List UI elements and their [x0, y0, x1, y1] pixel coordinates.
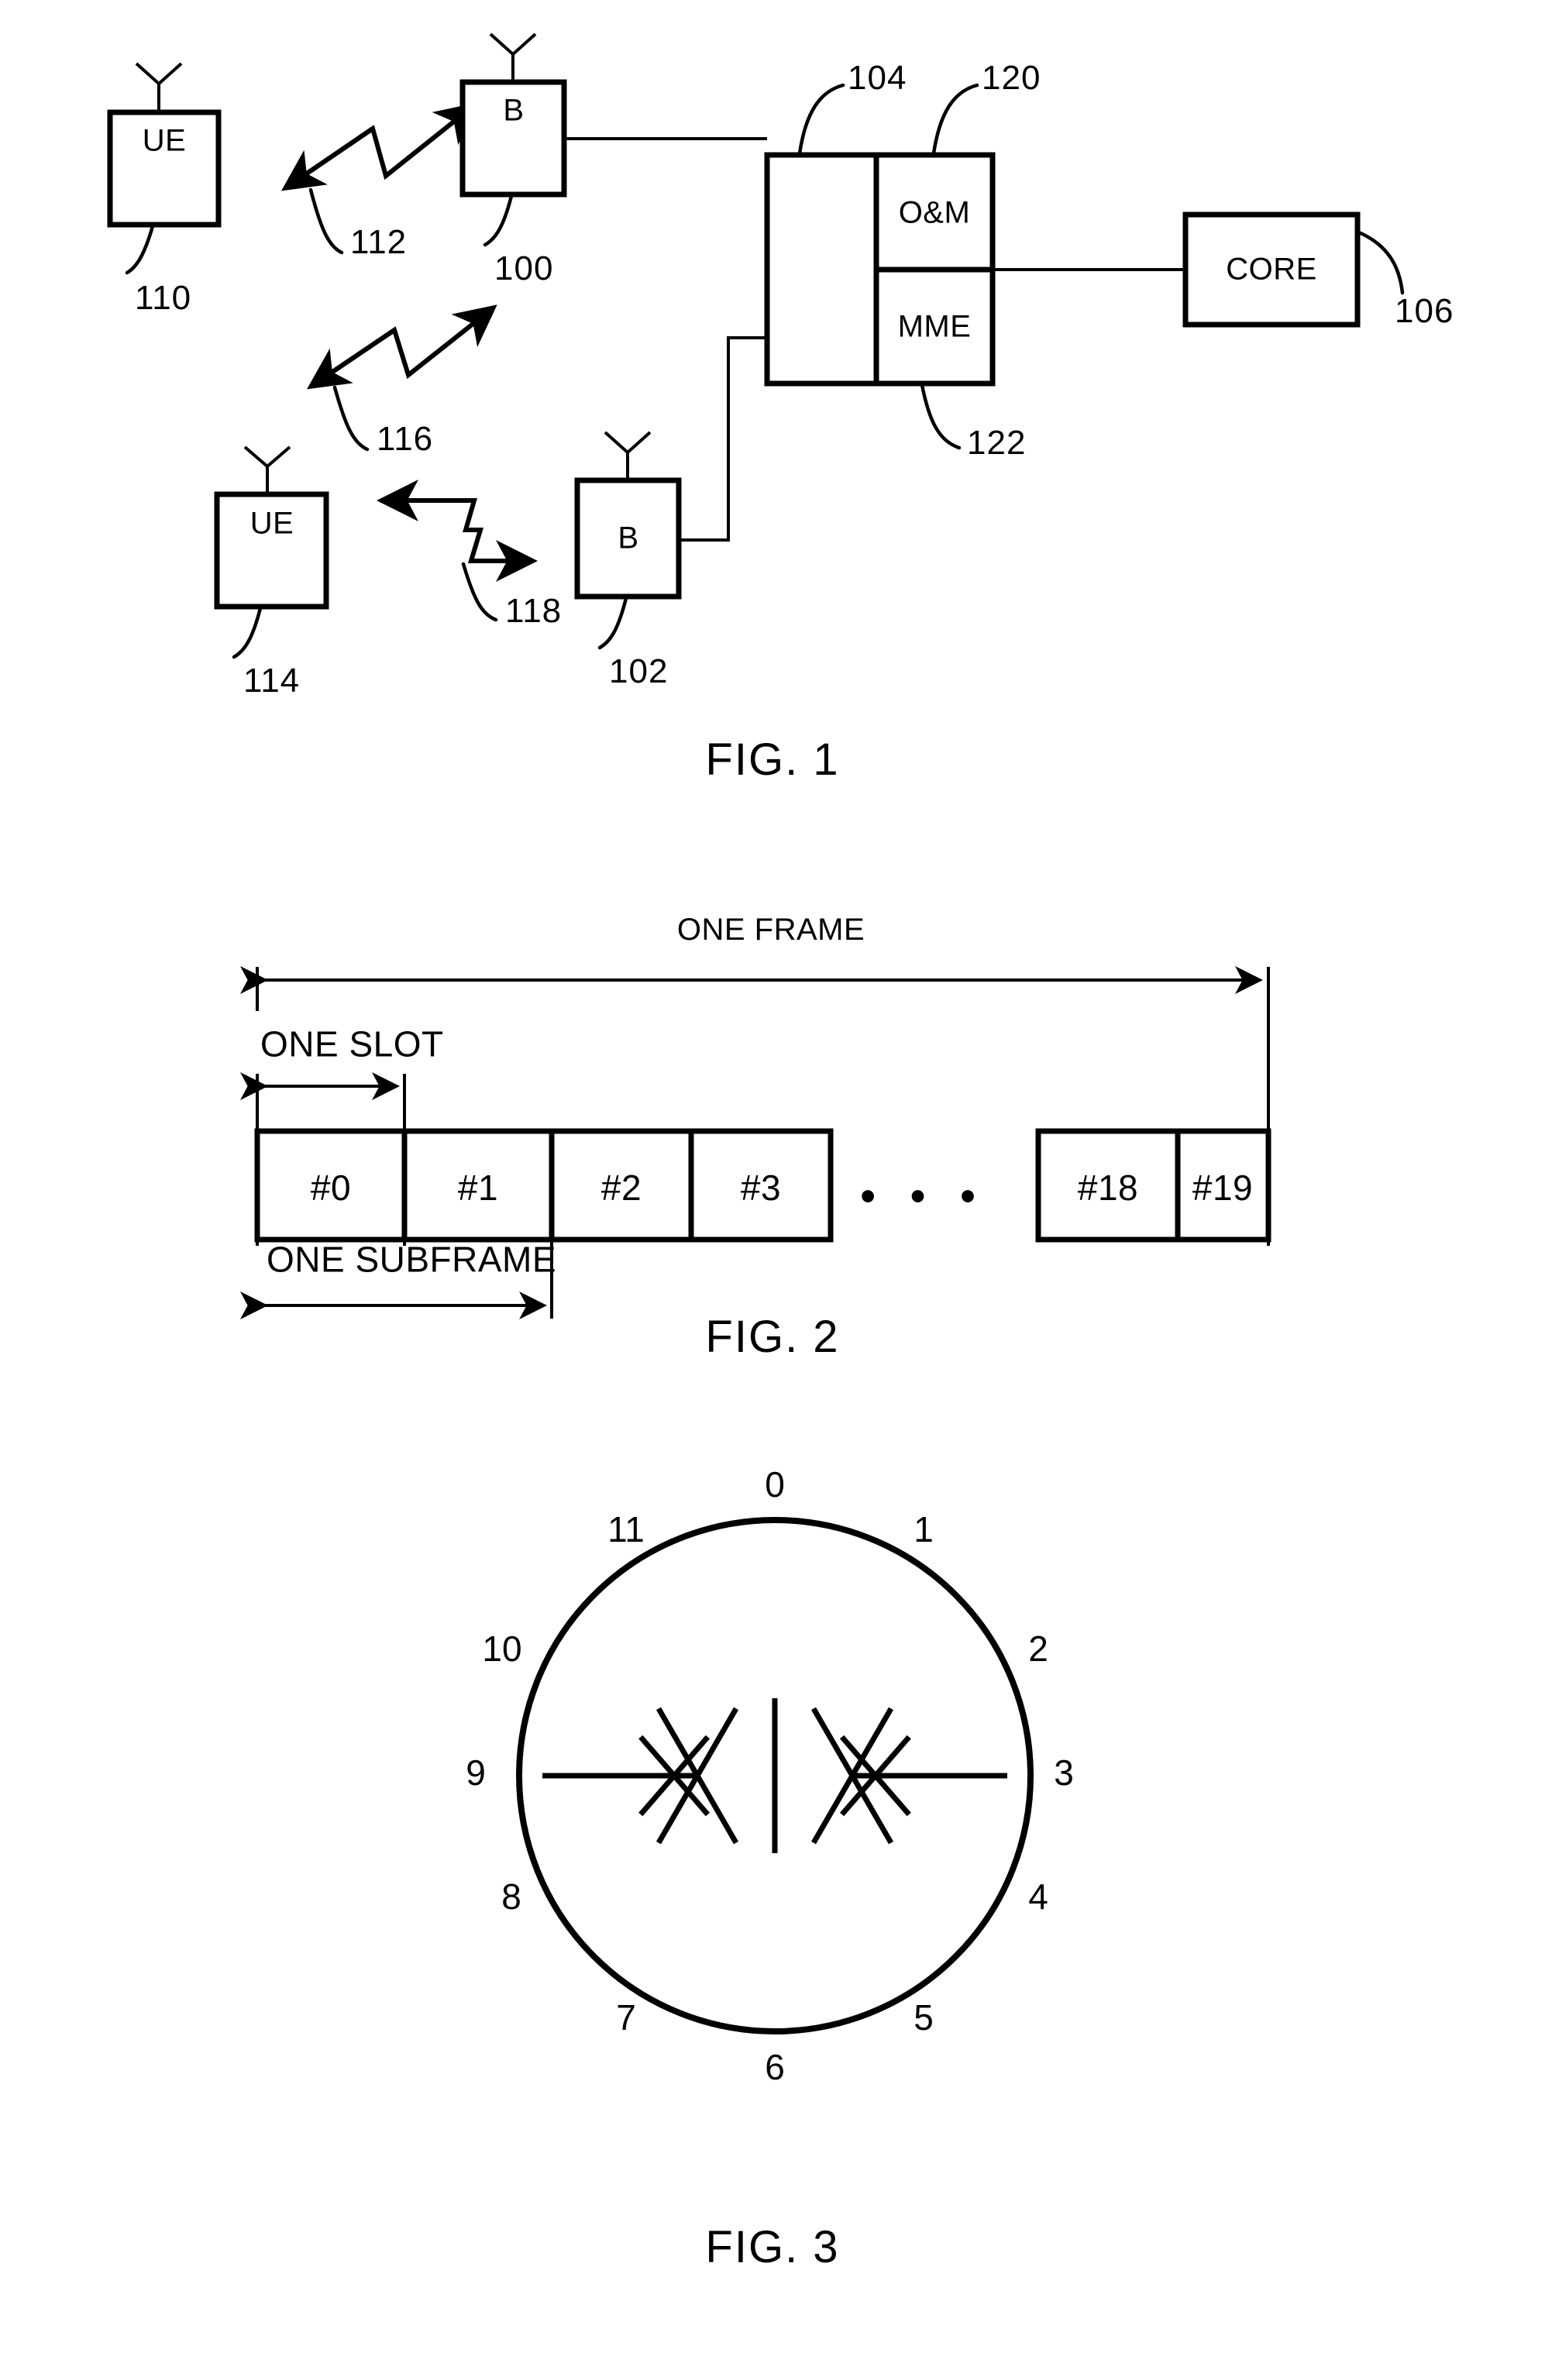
figure-1-caption: FIG. 1: [705, 734, 839, 785]
enb-100-label: B: [503, 94, 524, 128]
tick-label-3: 3: [1054, 1752, 1074, 1793]
ref-116-leader: [332, 385, 370, 452]
patent-drawing-sheet: UE 110 112 B 100 O&M MME 104 120 122 COR…: [0, 0, 1545, 2380]
antenna-icon: [243, 445, 291, 494]
ref-118-label: 118: [505, 592, 562, 630]
tick-label-10: 10: [482, 1629, 521, 1669]
slot-box-label: #19: [1192, 1168, 1253, 1208]
ref-112-leader: [308, 187, 344, 255]
ue-110-label: UE: [143, 124, 187, 158]
node-controller-104: O&M MME 104 120 122: [764, 59, 1041, 462]
enb-102-label: B: [618, 521, 638, 555]
slot-box-label: #2: [601, 1168, 642, 1208]
tick-label-4: 4: [1028, 1876, 1048, 1917]
slot-boxes-left: #0 #1 #2 #3: [254, 1128, 834, 1243]
slot-box-label: #18: [1078, 1168, 1138, 1208]
ref-112-label: 112: [350, 223, 407, 261]
ref-120-label: 120: [982, 59, 1041, 97]
lightning-bolt-112: [284, 102, 478, 191]
radio-link-112: 112: [281, 102, 478, 261]
tick-label-8: 8: [501, 1876, 521, 1917]
figure-1: UE 110 112 B 100 O&M MME 104 120 122 COR…: [107, 33, 1454, 785]
ref-100-label: 100: [494, 249, 553, 287]
ref-122-label: 122: [967, 424, 1026, 462]
lightning-bolt-116: [309, 304, 497, 389]
ref-106-leader: [1357, 230, 1405, 295]
node-ue-110: UE 110: [107, 62, 222, 317]
tick-label-9: 9: [466, 1752, 486, 1793]
lightning-bolt-118: [456, 498, 538, 582]
mme-122-label: MME: [898, 310, 972, 344]
antenna-icon: [135, 62, 183, 112]
index-wheel-ticks: [542, 1698, 1007, 1853]
ref-106-label: 106: [1395, 292, 1454, 330]
figure-2: ONE FRAME ONE SLOT #0 #1 #2 #3 • • • #18: [240, 913, 1271, 1362]
ref-102-label: 102: [609, 652, 668, 690]
tick-label-2: 2: [1028, 1629, 1048, 1669]
tick-label-11: 11: [607, 1509, 645, 1549]
tick-label-7: 7: [616, 1997, 636, 2038]
radio-link-118: 118: [377, 480, 562, 630]
ref-118-leader: [461, 562, 498, 622]
one-frame-label: ONE FRAME: [677, 913, 865, 947]
ref-104-label: 104: [848, 59, 907, 97]
ref-100-leader: [483, 194, 514, 247]
lightning-bolt-112-reverse: [281, 126, 374, 191]
slot-boxes-right: #18 #19: [1035, 1128, 1271, 1243]
one-subframe-label: ONE SUBFRAME: [267, 1240, 556, 1280]
om-120-label: O&M: [899, 196, 971, 230]
node-enb-100: B 100: [459, 33, 567, 287]
core-106-label: CORE: [1226, 253, 1317, 287]
lightning-bolt-116-reverse: [307, 328, 396, 390]
backhaul-link-102: [679, 336, 767, 542]
radio-link-116: 116: [307, 304, 497, 458]
slot-box-label: #1: [458, 1168, 498, 1208]
figure-2-caption: FIG. 2: [705, 1312, 839, 1362]
ref-114-label: 114: [243, 662, 300, 700]
ref-114-leader: [232, 606, 263, 659]
tick-label-1: 1: [914, 1509, 934, 1549]
node-ue-114: UE 114: [214, 445, 329, 700]
ref-120-leader: [931, 83, 979, 156]
one-slot-label: ONE SLOT: [260, 1024, 444, 1064]
slot-ellipsis: • • •: [860, 1171, 986, 1221]
antenna-icon: [489, 33, 537, 82]
figure-3-caption: FIG. 3: [705, 2222, 839, 2272]
ref-110-label: 110: [135, 279, 191, 317]
ref-116-label: 116: [377, 420, 433, 458]
antenna-icon: [604, 431, 652, 480]
ref-122-leader: [920, 383, 962, 450]
figure-3: 0 1 2 3 4 5 6 7 8 9 10 11 FIG. 3: [466, 1464, 1074, 2272]
tick-label-6: 6: [765, 2047, 785, 2087]
ref-104-leader: [797, 83, 845, 156]
node-core-106: CORE 106: [1182, 212, 1454, 330]
ref-102-leader: [597, 596, 628, 650]
slot-box-label: #3: [741, 1168, 781, 1208]
tick-label-0: 0: [765, 1464, 785, 1505]
node-enb-102: B 102: [574, 431, 682, 690]
ref-110-leader: [125, 224, 155, 275]
tick-label-5: 5: [914, 1997, 934, 2038]
slot-box-label: #0: [311, 1168, 351, 1208]
ue-114-label: UE: [250, 507, 294, 541]
